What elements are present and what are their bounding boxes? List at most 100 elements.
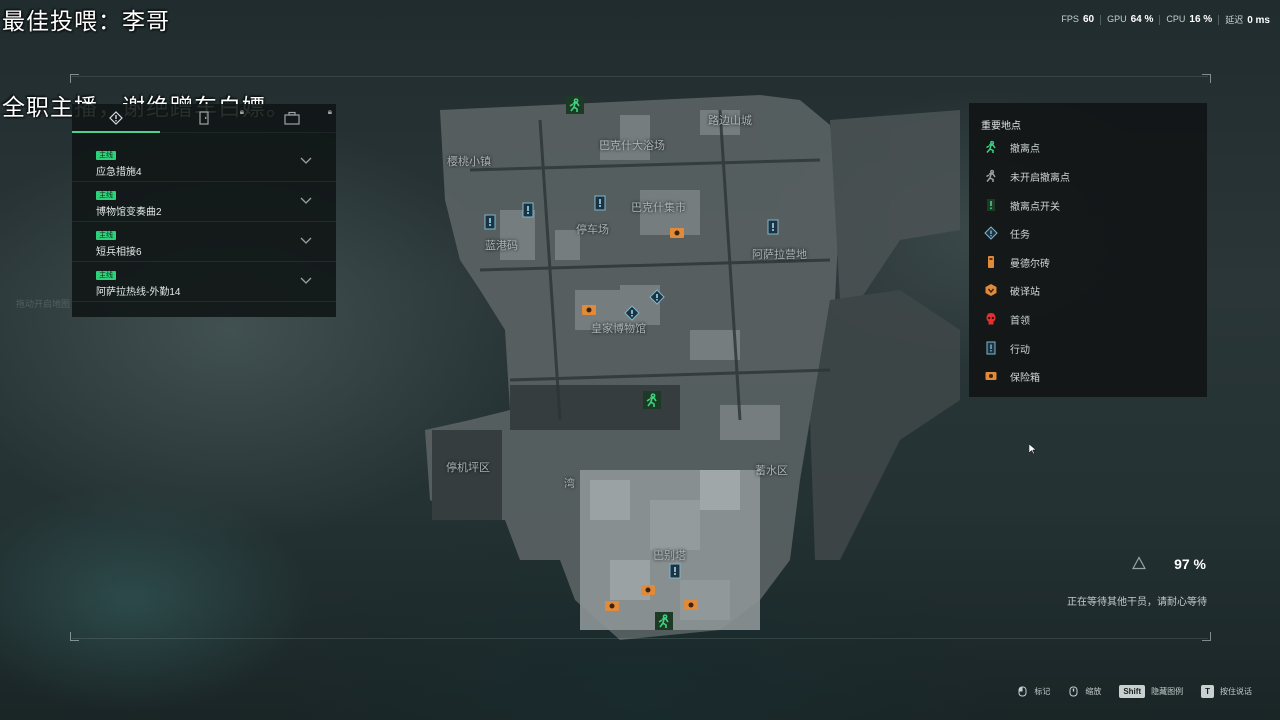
action-icon[interactable]	[481, 213, 499, 231]
area-roadside: 路边山城	[708, 115, 752, 127]
legend-item-extract[interactable]: 撤离点	[984, 137, 1194, 157]
hint-hide-legend[interactable]: Shift 隐藏图例	[1119, 685, 1183, 698]
legend-label: 行动	[1010, 344, 1030, 356]
mandel-brick-icon	[988, 256, 994, 268]
safe-icon	[985, 372, 997, 380]
hint-zoom[interactable]: 缩放	[1068, 686, 1101, 697]
task-diamond-icon	[984, 226, 998, 240]
gpu-label: GPU	[1107, 14, 1127, 24]
mission-tag: 主线	[96, 191, 116, 200]
mission-item[interactable]: 主线 博物馆变奏曲2	[72, 181, 336, 222]
legend-label: 首领	[1010, 315, 1030, 327]
extract-inactive-icon	[986, 169, 996, 182]
tab-briefcase[interactable]: 🔒︎	[248, 104, 336, 132]
briefcase-icon	[284, 111, 300, 125]
chevron-down-icon[interactable]	[300, 234, 312, 246]
mouse-wheel-icon	[1069, 686, 1078, 697]
action-icon[interactable]	[591, 194, 609, 212]
legend-label: 保险箱	[1010, 372, 1040, 384]
legend-item-extract-switch[interactable]: 撤离点开关	[984, 195, 1194, 215]
task-diamond-icon[interactable]	[648, 288, 666, 306]
extract-runner-icon[interactable]	[655, 612, 673, 630]
progress-triangle-icon	[1132, 556, 1146, 570]
safe-icon[interactable]	[603, 597, 621, 615]
legend-item-boss[interactable]: 首领	[984, 309, 1194, 329]
mission-tabs: 🔒︎ 🔒︎	[72, 104, 336, 133]
mission-item[interactable]: 主线 应急措施4	[72, 141, 336, 182]
latency-label: 延迟	[1225, 15, 1244, 25]
legend-label: 撤离点开关	[1010, 201, 1060, 213]
task-diamond-icon[interactable]	[623, 304, 641, 322]
legend-label: 任务	[1010, 229, 1030, 241]
safe-icon[interactable]	[639, 581, 657, 599]
action-icon[interactable]	[666, 562, 684, 580]
legend-title: 重要地点	[981, 121, 1021, 132]
mission-title: 短兵相接6	[96, 247, 142, 258]
mission-diamond-icon	[109, 111, 123, 125]
legend-item-mandel-brick[interactable]: 曼德尔砖	[984, 252, 1194, 272]
action-icon	[986, 341, 996, 355]
legend-item-safe[interactable]: 保险箱	[984, 366, 1194, 386]
mission-title: 应急措施4	[96, 167, 142, 178]
area-helipad: 停机坪区	[446, 462, 490, 474]
cpu-value: 16 %	[1189, 14, 1213, 25]
mission-panel: 🔒︎ 🔒︎ 主线 应急措施4 主线 博物馆变奏曲2 主线 短兵相接6 主线 阿萨…	[72, 104, 336, 317]
gpu-readout: GPU 64 %	[1107, 14, 1153, 25]
hint-label: 缩放	[1085, 687, 1102, 696]
chevron-down-icon[interactable]	[300, 154, 312, 166]
action-icon[interactable]	[764, 218, 782, 236]
safe-icon[interactable]	[668, 224, 686, 242]
latency-readout: 延迟 0 ms	[1225, 13, 1270, 26]
streamer-overlay-line1: 最佳投喂：李哥	[2, 8, 170, 34]
area-blue-port: 蓝港码	[485, 240, 518, 252]
legend-label: 破译站	[1010, 286, 1040, 298]
area-parking: 停车场	[576, 224, 609, 236]
cpu-label: CPU	[1166, 14, 1186, 24]
action-icon[interactable]	[519, 201, 537, 219]
mission-tag: 主线	[96, 231, 116, 240]
mission-title: 博物馆变奏曲2	[96, 207, 162, 218]
waiting-status: 正在等待其他干员，请耐心等待	[1067, 597, 1207, 608]
decrypt-station-icon	[985, 284, 997, 296]
performance-hud: FPS 60 GPU 64 % CPU 16 % 延迟 0 ms	[1061, 13, 1270, 26]
area-reservoir: 蓄水区	[755, 465, 788, 477]
cpu-readout: CPU 16 %	[1166, 14, 1212, 25]
mission-tag: 主线	[96, 271, 116, 280]
mission-item[interactable]: 主线 短兵相接6	[72, 221, 336, 262]
tab-missions[interactable]	[72, 104, 160, 133]
hint-mark[interactable]: 标记	[1017, 686, 1050, 697]
key-hints-bar: 标记 缩放 Shift 隐藏图例 T 按住说话	[1017, 685, 1252, 698]
chevron-down-icon[interactable]	[300, 194, 312, 206]
hint-label: 标记	[1034, 687, 1051, 696]
hint-push-to-talk[interactable]: T 按住说话	[1201, 685, 1252, 698]
legend-item-extract-inactive[interactable]: 未开启撤离点	[984, 166, 1194, 186]
extract-runner-icon[interactable]	[643, 391, 661, 409]
area-asala-camp: 阿萨拉营地	[752, 249, 807, 261]
tab-doors[interactable]: 🔒︎	[160, 104, 248, 132]
safe-icon[interactable]	[682, 596, 700, 614]
map-legend-panel: 重要地点 撤离点 未开启撤离点 撤离点开关 任务 曼德尔砖 破译站 首领 行动 …	[969, 103, 1207, 397]
legend-item-action[interactable]: 行动	[984, 338, 1194, 358]
extract-switch-icon	[987, 199, 995, 211]
loading-percent: 97 %	[1174, 556, 1206, 572]
mission-item[interactable]: 主线 阿萨拉热线-外勤14	[72, 261, 336, 302]
hud-divider	[1100, 14, 1102, 25]
area-bazaar: 巴克什集市	[631, 202, 686, 214]
safe-icon[interactable]	[580, 301, 598, 319]
chevron-down-icon[interactable]	[300, 274, 312, 286]
extract-runner-icon[interactable]	[566, 96, 584, 114]
door-icon	[199, 111, 209, 125]
fps-value: 60	[1082, 14, 1095, 25]
area-bath: 巴克什大浴场	[599, 140, 665, 152]
legend-item-task[interactable]: 任务	[984, 223, 1194, 243]
legend-item-decrypt-station[interactable]: 破译站	[984, 280, 1194, 300]
legend-label: 曼德尔砖	[1010, 258, 1050, 270]
gpu-value: 64 %	[1130, 14, 1154, 25]
mission-title: 阿萨拉热线-外勤14	[96, 287, 181, 298]
area-bay: 湾	[564, 478, 575, 490]
latency-value: 0 ms	[1247, 15, 1270, 26]
area-babel: 巴别塔	[653, 550, 686, 562]
hint-label: 隐藏图例	[1151, 687, 1184, 696]
area-cherry-town: 樱桃小镇	[447, 156, 491, 168]
fps-readout: FPS 60	[1061, 14, 1094, 25]
